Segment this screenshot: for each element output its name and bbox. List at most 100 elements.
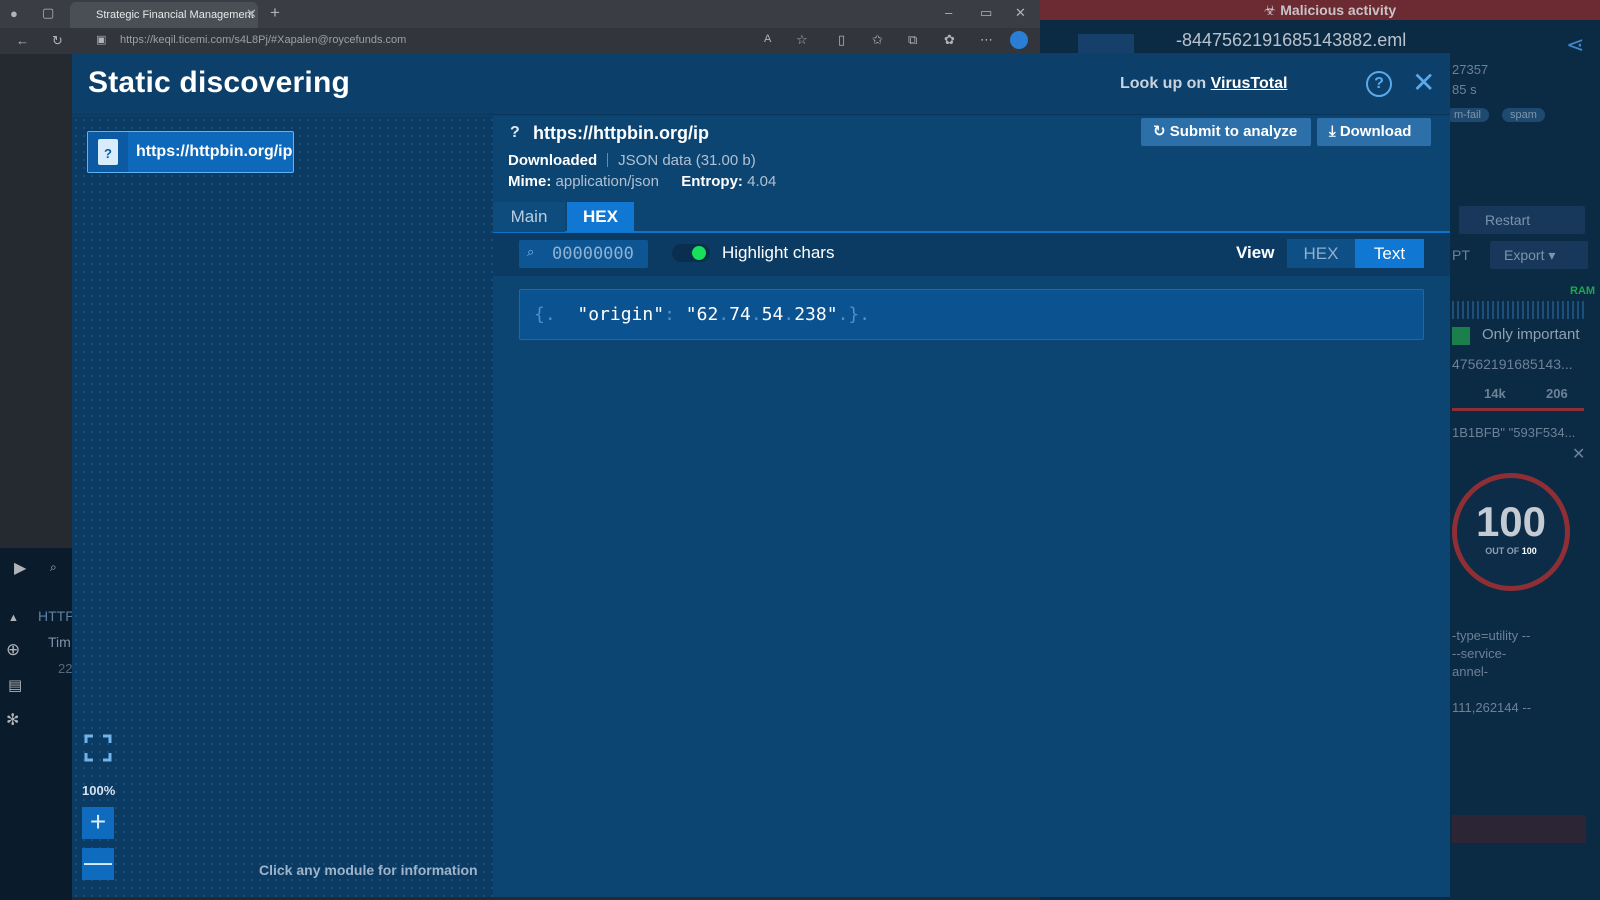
export-label: Export [1504, 247, 1545, 263]
download-icon: ⤓ [1329, 123, 1340, 140]
dialog-title: Static discovering [88, 66, 351, 99]
globe-icon[interactable]: ⊕ [6, 640, 20, 660]
document-icon: ? [98, 139, 118, 165]
threat-score-ring: 100 OUT OF 100 [1452, 473, 1570, 591]
download-label: Download [1339, 123, 1412, 140]
submit-to-analyze-button[interactable]: ↻ Submit to analyze [1141, 118, 1311, 146]
play-icon[interactable]: ▶ [14, 558, 26, 578]
tab-actions-icon[interactable]: ▢ [42, 5, 54, 21]
ram-label: RAM [1570, 285, 1596, 297]
file-icon[interactable]: ▤ [8, 676, 22, 694]
reload-icon[interactable]: ↻ [52, 33, 63, 49]
tab-main[interactable]: Main [493, 202, 565, 232]
download-button[interactable]: ⤓ Download [1317, 118, 1431, 146]
tab-close-icon[interactable]: ✕ [246, 6, 257, 22]
tag-mail-fail[interactable]: m-fail [1446, 108, 1489, 122]
entropy-label: Entropy: [681, 173, 743, 190]
fullscreen-icon[interactable] [84, 734, 112, 762]
content-quote-close: " [826, 304, 838, 325]
content-open-brace: { [534, 304, 545, 325]
new-tab-icon[interactable]: + [270, 3, 280, 23]
zoom-level: 100% [82, 783, 116, 798]
only-important-label: Only important [1482, 326, 1580, 343]
cmdline-line-3: annel- [1452, 664, 1489, 679]
time-header: Tim [48, 634, 71, 650]
content-key: "origin" [577, 304, 665, 325]
mime-label: Mime: [508, 173, 552, 190]
canvas-hint: Click any module for information [259, 862, 478, 878]
profile-icon[interactable]: ● [10, 6, 18, 21]
extensions-icon[interactable]: ✿ [944, 32, 955, 48]
file-status-row: Downloaded JSON data (31.00 b) [508, 152, 756, 169]
split-screen-icon[interactable]: ▯ [838, 32, 845, 48]
highlight-chars-label: Highlight chars [722, 243, 835, 262]
report-filename: -8447562191685143882.eml [1176, 30, 1407, 50]
bug-icon[interactable]: ✻ [6, 710, 19, 730]
process-stat-modules: 206 [1546, 386, 1568, 401]
file-meta-row: Mime: application/json Entropy: 4.04 [508, 173, 776, 190]
biohazard-icon: ☣ [1263, 2, 1281, 18]
content-dot: . [783, 304, 795, 325]
collections-icon[interactable]: ⧉ [908, 32, 917, 48]
more-menu-icon[interactable]: ⋯ [980, 32, 993, 48]
meta-separator [607, 153, 609, 167]
browser-url[interactable]: https://keqil.ticemi.com/s4L8Pj/#Xapalen… [120, 34, 406, 46]
back-icon[interactable]: ← [16, 33, 29, 48]
restart-button[interactable]: Restart [1459, 206, 1585, 234]
help-icon[interactable]: ? [1366, 71, 1392, 97]
content-close-brace: } [848, 304, 860, 325]
report-duration-fragment: 85 s [1452, 82, 1477, 97]
panel-close-icon[interactable]: ✕ [1572, 444, 1585, 464]
only-important-checkbox[interactable] [1452, 327, 1470, 345]
unknown-type-icon: ? [510, 124, 520, 141]
zoom-out-button[interactable]: — [82, 848, 114, 880]
content-ip-4: 238 [794, 304, 827, 325]
view-text-button[interactable]: Text [1355, 239, 1424, 268]
download-status: Downloaded [508, 152, 598, 169]
content-dot: . [718, 304, 730, 325]
http-tab[interactable]: HTTP [38, 608, 75, 624]
threat-score-caption: OUT OF 100 [1485, 546, 1537, 556]
window-minimize-icon[interactable]: – [945, 5, 952, 20]
share-icon[interactable]: ⋖ [1566, 32, 1584, 58]
copilot-icon[interactable] [1010, 31, 1028, 49]
malicious-label: Malicious activity [1280, 2, 1397, 18]
cmdline-line-1: -type=utility -- [1452, 628, 1531, 643]
process-stat-events: 14k [1484, 386, 1506, 401]
module-url: https://httpbin.org/ip [533, 123, 709, 143]
background-search-icon[interactable]: ⌕ [50, 560, 57, 575]
lookup-prefix: Look up on [1120, 75, 1211, 92]
ram-activity-bar [1452, 301, 1586, 319]
cmdline-line-4: 111,262144 -- [1452, 700, 1532, 715]
favorite-star-icon[interactable]: ☆ [796, 32, 808, 48]
virustotal-link[interactable]: VirusTotal [1211, 75, 1288, 92]
lock-icon: ▣ [96, 34, 107, 46]
export-button[interactable]: Export ▾ [1490, 241, 1588, 269]
content-quote-open: " [685, 304, 697, 325]
content-ip-2: 74 [729, 304, 751, 325]
content-dot: . [544, 304, 556, 325]
collapse-up-icon[interactable]: ▲ [8, 612, 19, 624]
tab-hex[interactable]: HEX [567, 202, 634, 232]
close-icon[interactable]: ✕ [1412, 68, 1435, 98]
refresh-icon: ↻ [1153, 123, 1170, 140]
content-ip-3: 54 [761, 304, 784, 325]
module-graph-canvas[interactable] [72, 116, 493, 897]
favorites-icon[interactable]: ✩ [872, 32, 883, 48]
threat-score-value: 100 [1475, 498, 1547, 545]
mime-value: application/json [555, 173, 659, 190]
window-restore-icon[interactable]: ▭ [980, 5, 992, 21]
process-name[interactable]: 47562191685143... [1452, 356, 1573, 372]
browser-tab[interactable]: Strategic Financial Management [70, 2, 258, 28]
search-icon: ⌕ [527, 244, 535, 259]
read-aloud-icon[interactable]: A [764, 33, 771, 45]
malicious-banner: ☣ Malicious activity [1040, 0, 1600, 20]
zoom-in-button[interactable]: + [82, 807, 114, 839]
tag-spam[interactable]: spam [1502, 108, 1545, 122]
view-hex-button[interactable]: HEX [1287, 239, 1355, 268]
window-close-icon[interactable]: ✕ [1015, 5, 1026, 21]
offset-value[interactable]: 00000000 [552, 244, 634, 264]
graph-node-label[interactable]: https://httpbin.org/ip [136, 143, 292, 161]
os-logo [1078, 34, 1134, 54]
content-colon: : [664, 304, 675, 325]
